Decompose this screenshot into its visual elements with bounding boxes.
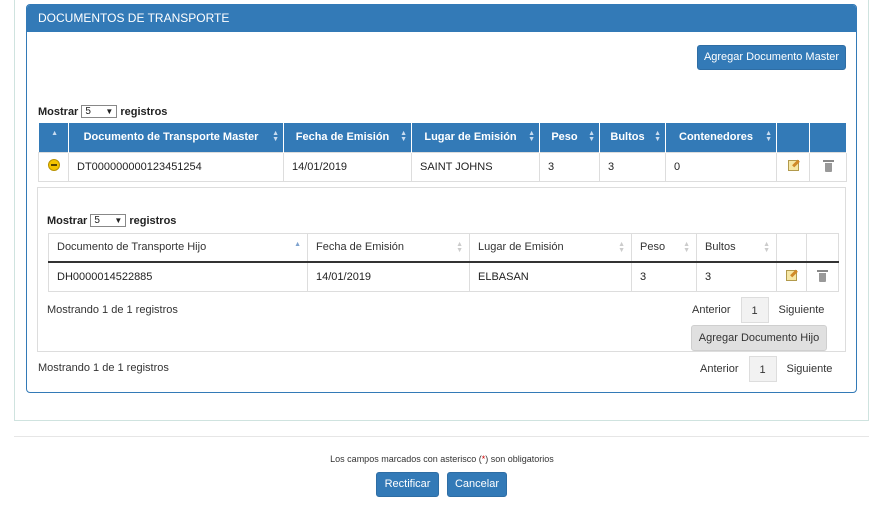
length-suffix: registros [120,105,168,118]
sort-icon: ▲ ▼ [400,130,407,143]
sort-icon: ▲ ▼ [763,241,770,254]
sort-icon: ▲ [51,130,58,137]
collapse-icon[interactable] [47,159,60,171]
edit-column-header [776,233,807,263]
pagination-previous[interactable]: Anterior [700,363,739,375]
length-prefix: Mostrar [47,214,88,227]
column-header-documento-hijo[interactable]: Documento de Transporte Hijo ▲ [48,233,308,263]
cell-peso: 3 [631,261,697,292]
master-length-select[interactable]: 5 ▼ [81,105,118,118]
trash-icon[interactable] [822,159,834,172]
column-header-peso[interactable]: Peso ▲ ▼ [631,233,697,263]
edit-icon[interactable] [787,159,799,171]
sort-icon: ▲ ▼ [456,241,463,254]
sort-icon: ▲ ▼ [683,241,690,254]
pagination-page[interactable]: 1 [748,356,777,382]
pagination-next[interactable]: Siguiente [779,304,825,316]
length-suffix: registros [129,214,177,227]
table-row: DH0000014522885 14/01/2019 ELBASAN 3 3 [48,261,839,292]
dropdown-arrow-icon: ▼ [105,107,114,116]
rectify-button[interactable]: Rectificar [376,472,439,497]
child-length-select[interactable]: 5 ▼ [90,214,127,227]
cell-fecha: 14/01/2019 [307,261,470,292]
sort-icon: ▲ ▼ [654,130,661,143]
sort-icon: ▲ ▼ [765,130,772,143]
column-header-contenedores[interactable]: Contenedores ▲ ▼ [665,123,777,152]
cell-bultos: 3 [599,151,666,182]
child-header-row: Documento de Transporte Hijo ▲ Fecha de E… [48,233,839,263]
master-header-row: ▲ Documento de Transporte Master ▲ ▼ Fecha… [38,123,847,152]
edit-cell[interactable] [776,151,810,182]
pagination-page[interactable]: 1 [740,297,769,323]
child-detail-panel: Mostrar 5 ▼ registros Documento de Trans… [37,187,846,352]
master-table-info: Mostrando 1 de 1 registros [38,362,169,374]
sort-icon: ▲ ▼ [528,130,535,143]
delete-column-header [809,123,847,152]
edit-column-header [776,123,810,152]
delete-column-header [806,233,839,263]
master-table: ▲ Documento de Transporte Master ▲ ▼ Fecha… [38,123,847,182]
cancel-button[interactable]: Cancelar [447,472,507,497]
table-row: DT000000000123451254 14/01/2019 SAINT JO… [38,151,847,182]
cell-fecha: 14/01/2019 [283,151,412,182]
edit-icon[interactable] [786,269,797,281]
cell-lugar: SAINT JOHNS [411,151,540,182]
sort-icon: ▲ ▼ [272,130,279,143]
pagination-next[interactable]: Siguiente [787,363,833,375]
cell-peso: 3 [539,151,600,182]
add-master-document-button[interactable]: Agregar Documento Master [697,45,846,70]
cell-bultos: 3 [696,261,777,292]
cell-documento: DH0000014522885 [48,261,308,292]
expand-column-header[interactable]: ▲ [38,123,69,152]
delete-cell[interactable] [809,151,847,182]
sort-icon: ▲ ▼ [588,130,595,143]
edit-cell[interactable] [776,261,807,292]
panel-title: DOCUMENTOS DE TRANSPORTE [27,5,856,32]
cell-lugar: ELBASAN [469,261,632,292]
child-length-control: Mostrar 5 ▼ registros [47,214,176,227]
delete-cell[interactable] [806,261,839,292]
column-header-lugar[interactable]: Lugar de Emisión ▲ ▼ [469,233,632,263]
length-value: 5 [85,106,91,117]
master-pagination: Anterior 1 Siguiente [700,356,832,382]
sort-icon: ▲ [294,241,301,248]
column-header-lugar[interactable]: Lugar de Emisión ▲ ▼ [411,123,540,152]
cell-contenedores: 0 [665,151,777,182]
dropdown-arrow-icon: ▼ [114,216,123,225]
collapse-cell[interactable] [38,151,69,182]
transport-documents-panel: DOCUMENTOS DE TRANSPORTE Agregar Documen… [26,4,857,393]
column-header-bultos[interactable]: Bultos ▲ ▼ [599,123,666,152]
required-fields-note: Los campos marcados con asterisco (*) so… [330,454,554,464]
sort-icon: ▲ ▼ [618,241,625,254]
add-child-document-button[interactable]: Agregar Documento Hijo [691,325,827,351]
child-pagination: Anterior 1 Siguiente [692,297,824,323]
child-table-info: Mostrando 1 de 1 registros [47,304,178,316]
column-header-documento[interactable]: Documento de Transporte Master ▲ ▼ [68,123,284,152]
column-header-fecha[interactable]: Fecha de Emisión ▲ ▼ [307,233,470,263]
master-length-control: Mostrar 5 ▼ registros [38,105,167,118]
column-header-bultos[interactable]: Bultos ▲ ▼ [696,233,777,263]
column-header-fecha[interactable]: Fecha de Emisión ▲ ▼ [283,123,412,152]
trash-icon[interactable] [817,269,828,282]
child-table: Documento de Transporte Hijo ▲ Fecha de E… [48,233,839,292]
length-prefix: Mostrar [38,105,79,118]
divider [14,436,869,437]
pagination-previous[interactable]: Anterior [692,304,731,316]
cell-documento: DT000000000123451254 [68,151,284,182]
column-header-peso[interactable]: Peso ▲ ▼ [539,123,600,152]
length-value: 5 [94,215,100,226]
